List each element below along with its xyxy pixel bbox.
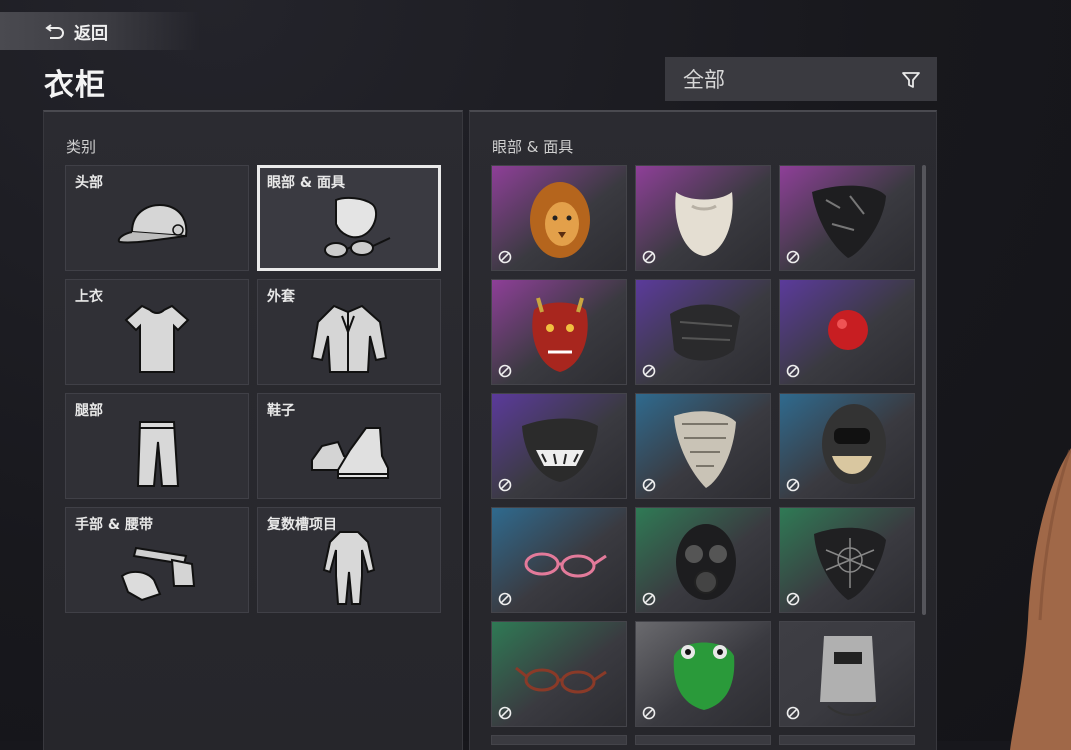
unavailable-icon (498, 478, 512, 492)
back-arrow-icon (45, 24, 64, 39)
items-scrollbar[interactable] (922, 165, 926, 615)
back-button[interactable]: 返回 (0, 12, 200, 50)
back-label: 返回 (74, 23, 108, 44)
category-label: 上衣 (75, 289, 103, 305)
tshirt-icon (124, 304, 190, 373)
red-clown-nose-icon (780, 280, 914, 384)
unavailable-icon (498, 364, 512, 378)
category-outerwear[interactable]: 外套 (257, 279, 441, 385)
pants-icon (136, 421, 180, 487)
tiger-face-mask-icon (492, 394, 626, 498)
category-head[interactable]: 头部 (65, 165, 249, 271)
jumpsuit-icon (322, 531, 376, 605)
gloves-belt-icon (120, 546, 196, 602)
dark-face-mask-icon (636, 280, 770, 384)
category-tops[interactable]: 上衣 (65, 279, 249, 385)
item-partial[interactable] (779, 735, 915, 745)
spider-web-bandana-icon (780, 508, 914, 612)
item-spider-web-bandana[interactable] (779, 507, 915, 613)
shemagh-scarf-icon (636, 394, 770, 498)
unavailable-icon (642, 706, 656, 720)
item-dark-face-mask[interactable] (635, 279, 771, 385)
mask-glasses-icon (324, 196, 391, 258)
jacket-icon (310, 304, 388, 373)
green-crocodile-mask-icon (636, 622, 770, 726)
filter-icon[interactable] (901, 70, 921, 90)
item-partial[interactable] (635, 735, 771, 745)
item-red-oni-mask[interactable] (491, 279, 627, 385)
unavailable-icon (498, 592, 512, 606)
character-preview (1010, 448, 1071, 750)
unavailable-icon (642, 478, 656, 492)
item-black-bandana[interactable] (779, 165, 915, 271)
unavailable-icon (786, 706, 800, 720)
category-shoes[interactable]: 鞋子 (257, 393, 441, 499)
unavailable-icon (642, 250, 656, 264)
unavailable-icon (498, 706, 512, 720)
category-hands-belts[interactable]: 手部 & 腰带 (65, 507, 249, 613)
welding-helmet-icon (780, 622, 914, 726)
category-label: 外套 (267, 289, 295, 305)
unavailable-icon (642, 592, 656, 606)
shoes-icon (311, 427, 389, 479)
item-brown-glasses[interactable] (491, 621, 627, 727)
brown-glasses-icon (492, 622, 626, 726)
item-balaclava-skull[interactable] (779, 393, 915, 499)
category-label: 鞋子 (267, 403, 295, 419)
filter-value: 全部 (683, 68, 725, 92)
item-tiger-face-mask[interactable] (491, 393, 627, 499)
balaclava-skull-icon (780, 394, 914, 498)
category-label: 眼部 & 面具 (267, 175, 345, 191)
categories-title: 类别 (66, 138, 97, 156)
item-red-clown-nose[interactable] (779, 279, 915, 385)
item-white-beard[interactable] (635, 165, 771, 271)
item-welding-helmet[interactable] (779, 621, 915, 727)
unavailable-icon (498, 250, 512, 264)
category-label: 头部 (75, 175, 103, 191)
item-gas-mask[interactable] (635, 507, 771, 613)
item-green-crocodile-mask[interactable] (635, 621, 771, 727)
red-oni-mask-icon (492, 280, 626, 384)
cap-icon (117, 204, 188, 244)
unavailable-icon (786, 250, 800, 264)
item-pink-glasses[interactable] (491, 507, 627, 613)
item-shemagh-scarf[interactable] (635, 393, 771, 499)
unavailable-icon (786, 592, 800, 606)
gas-mask-icon (636, 508, 770, 612)
category-multi-slot[interactable]: 复数槽项目 (257, 507, 441, 613)
lion-mask-icon (492, 166, 626, 270)
category-legs[interactable]: 腿部 (65, 393, 249, 499)
item-partial[interactable] (491, 735, 627, 745)
filter-dropdown[interactable]: 全部 (665, 57, 937, 101)
unavailable-icon (642, 364, 656, 378)
black-bandana-icon (780, 166, 914, 270)
unavailable-icon (786, 364, 800, 378)
item-lion-mask[interactable] (491, 165, 627, 271)
category-eyes-masks[interactable]: 眼部 & 面具 (257, 165, 441, 271)
items-title: 眼部 & 面具 (492, 138, 574, 156)
pink-glasses-icon (492, 508, 626, 612)
unavailable-icon (786, 478, 800, 492)
page-title: 衣柜 (44, 68, 106, 103)
white-beard-icon (636, 166, 770, 270)
category-label: 腿部 (75, 403, 103, 419)
